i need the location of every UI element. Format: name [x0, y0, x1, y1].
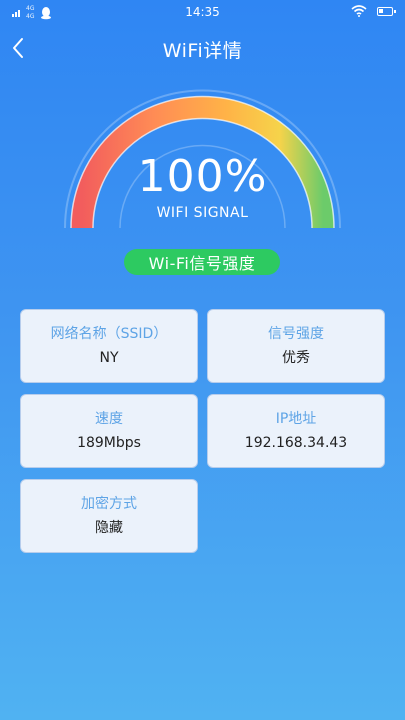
wifi-icon	[351, 5, 367, 17]
speed-card: 速度 189Mbps	[20, 394, 198, 468]
status-right	[351, 5, 396, 17]
ip-address-value: 192.168.34.43	[244, 435, 348, 451]
encryption-card: 加密方式 隐藏	[20, 479, 198, 553]
speed-value: 189Mbps	[77, 435, 141, 451]
ip-address-card: IP地址 192.168.34.43	[207, 394, 385, 468]
ssid-card: 网络名称（SSID） NY	[20, 309, 198, 383]
status-bar: 4G 4G 14:35	[0, 0, 405, 26]
encryption-label: 加密方式	[81, 496, 137, 512]
signal-strength-label: 信号强度	[268, 326, 324, 342]
page-title: WiFi详情	[162, 40, 243, 62]
ssid-value: NY	[99, 350, 119, 366]
signal-percentage: 100%	[137, 151, 268, 202]
encryption-value: 隐藏	[95, 520, 123, 536]
status-time: 14:35	[185, 5, 220, 19]
ip-address-label: IP地址	[275, 411, 317, 427]
signal-strength-card: 信号强度 优秀	[207, 309, 385, 383]
ssid-label: 网络名称（SSID）	[50, 326, 168, 342]
signal-caption: WIFI SIGNAL	[156, 205, 249, 221]
battery-icon	[377, 6, 396, 16]
signal-strength-pill: Wi-Fi信号强度	[124, 249, 280, 275]
signal-strength-value: 优秀	[282, 350, 310, 366]
speed-label: 速度	[95, 411, 123, 427]
